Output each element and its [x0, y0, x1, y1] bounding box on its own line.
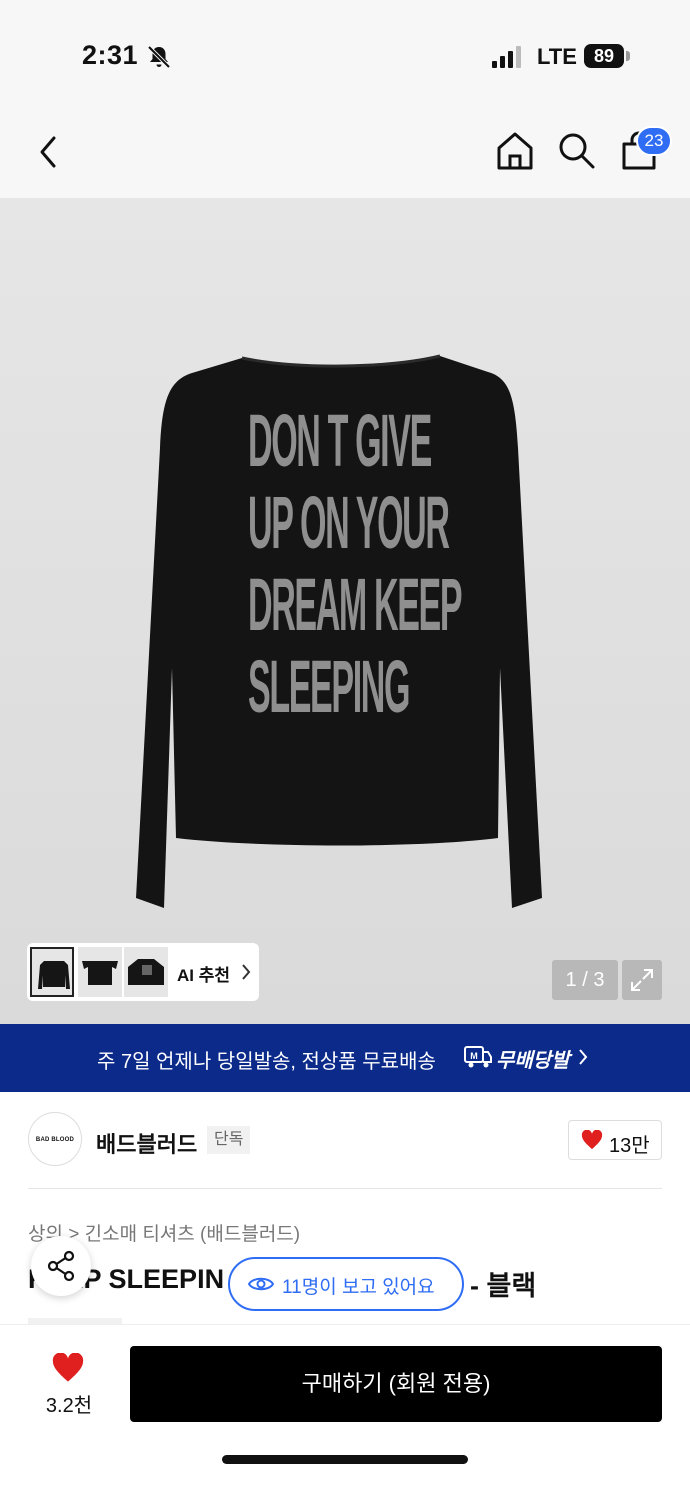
- search-icon[interactable]: [556, 130, 596, 170]
- brand-like-count: 13만: [609, 1135, 650, 1157]
- ai-recommend-label[interactable]: AI 추천: [177, 961, 230, 986]
- top-nav-bar: [0, 100, 690, 198]
- home-icon[interactable]: [494, 130, 536, 172]
- bottom-action-bar: 3.2천 구매하기 (회원 전용): [0, 1324, 690, 1500]
- status-time: 2:31: [82, 40, 139, 70]
- free-shipping-banner[interactable]: 주 7일 언제나 당일발송, 전상품 무료배송 M 무배당발: [0, 1024, 690, 1092]
- exclusive-tag: 단독: [207, 1126, 251, 1154]
- image-page-counter: 1 / 3: [552, 960, 618, 1000]
- cart-count-badge: 23: [636, 126, 672, 156]
- battery-level: 89: [584, 44, 624, 68]
- eye-icon: [248, 1277, 274, 1291]
- shirt-print-line: UP ON YOUR: [248, 486, 450, 568]
- bell-off-icon: [147, 45, 171, 69]
- shirt-print-line: DON T GIVE: [248, 404, 432, 486]
- thumbnail-2[interactable]: [78, 947, 122, 997]
- brand-logo[interactable]: BAD BLOOD: [28, 1112, 82, 1166]
- divider: [28, 1188, 662, 1189]
- shirt-print-line: DREAM KEEP: [248, 568, 463, 650]
- ai-recommend-strip[interactable]: AI 추천: [27, 943, 259, 1001]
- wishlist-button[interactable]: 3.2천: [34, 1349, 104, 1419]
- buy-button[interactable]: 구매하기 (회원 전용): [130, 1346, 662, 1422]
- wishlist-count: 3.2천: [45, 1395, 93, 1417]
- thumbnail-1[interactable]: [30, 947, 74, 997]
- shirt-print-line: SLEEPING: [248, 645, 410, 728]
- svg-text:M: M: [470, 1051, 478, 1061]
- viewers-text: 11명이 보고 있어요: [282, 1277, 435, 1298]
- promo-text: 주 7일 언제나 당일발송, 전상품 무료배송: [97, 1051, 436, 1073]
- battery-tip: [626, 51, 630, 61]
- back-icon[interactable]: [30, 132, 66, 172]
- promo-brand: 무배당발: [496, 1050, 570, 1072]
- expand-icon[interactable]: [622, 960, 662, 1000]
- status-bar: 2:31 LTE 89: [0, 0, 690, 100]
- share-icon: [47, 1250, 75, 1282]
- thumbnail-3[interactable]: [124, 947, 168, 997]
- heart-icon: [581, 1130, 603, 1150]
- delivery-truck-icon: M: [464, 1046, 492, 1068]
- share-button[interactable]: [31, 1236, 91, 1296]
- shirt-print-text: DON T GIVE UP ON YOUR DREAM KEEP SLEEPIN…: [248, 404, 463, 732]
- heart-icon: [52, 1353, 84, 1382]
- signal-icon: [492, 46, 521, 68]
- viewers-badge: 11명이 보고 있어요: [228, 1257, 464, 1311]
- product-title-suffix: - 블랙: [470, 1271, 537, 1301]
- brand-like-button[interactable]: 13만: [568, 1120, 662, 1160]
- product-image[interactable]: DON T GIVE UP ON YOUR DREAM KEEP SLEEPIN…: [0, 198, 690, 1024]
- brand-name[interactable]: 배드블러드: [96, 1127, 197, 1159]
- chevron-right-icon: [579, 1049, 588, 1065]
- network-type: LTE: [537, 44, 577, 69]
- chevron-right-icon: [242, 964, 251, 980]
- home-indicator: [222, 1455, 468, 1464]
